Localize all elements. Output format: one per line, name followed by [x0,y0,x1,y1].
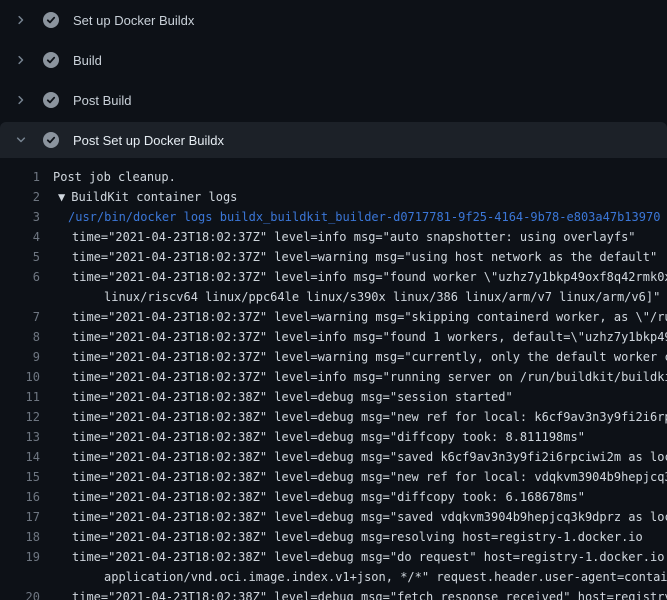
log-text: time="2021-04-23T18:02:37Z" level=warnin… [40,347,667,367]
log-text: time="2021-04-23T18:02:38Z" level=debug … [40,467,667,487]
log-line: application/vnd.oci.image.index.v1+json,… [0,567,667,587]
log-text: time="2021-04-23T18:02:38Z" level=debug … [40,447,667,467]
log-command-text: /usr/bin/docker logs buildx_buildkit_bui… [40,207,660,227]
log-line: 1Post job cleanup. [0,167,667,187]
step-header-post-set-up-docker-buildx[interactable]: Post Set up Docker Buildx [0,122,667,158]
log-text: application/vnd.oci.image.index.v1+json,… [40,567,667,587]
chevron-down-icon[interactable] [13,132,29,148]
log-line: 6time="2021-04-23T18:02:37Z" level=info … [0,267,667,287]
log-line-number[interactable]: 19 [0,547,40,567]
log-text: time="2021-04-23T18:02:38Z" level=debug … [40,507,667,527]
log-line-number[interactable]: 2 [0,187,40,207]
log-line-number[interactable]: 17 [0,507,40,527]
check-circle-icon [43,12,59,28]
log-line: 2▼BuildKit container logs [0,187,667,207]
log-text: time="2021-04-23T18:02:38Z" level=debug … [40,547,667,567]
log-text: linux/riscv64 linux/ppc64le linux/s390x … [40,287,660,307]
log-text: time="2021-04-23T18:02:38Z" level=debug … [40,487,585,507]
log-text: Post job cleanup. [40,167,176,187]
log-line: 3/usr/bin/docker logs buildx_buildkit_bu… [0,207,667,227]
log-line: 20time="2021-04-23T18:02:38Z" level=debu… [0,587,667,600]
log-text: time="2021-04-23T18:02:37Z" level=info m… [40,367,667,387]
log-text: time="2021-04-23T18:02:37Z" level=info m… [40,327,667,347]
log-line-number[interactable]: 16 [0,487,40,507]
log-text: time="2021-04-23T18:02:37Z" level=info m… [40,227,636,247]
log-line-number[interactable]: 12 [0,407,40,427]
log-text: time="2021-04-23T18:02:38Z" level=debug … [40,527,643,547]
log-line-number [0,567,40,587]
log-line: 17time="2021-04-23T18:02:38Z" level=debu… [0,507,667,527]
log-text: time="2021-04-23T18:02:38Z" level=debug … [40,407,667,427]
log-line-number[interactable]: 7 [0,307,40,327]
log-line: 7time="2021-04-23T18:02:37Z" level=warni… [0,307,667,327]
step-label: Post Build [73,93,132,108]
log-line: 4time="2021-04-23T18:02:37Z" level=info … [0,227,667,247]
log-line: 5time="2021-04-23T18:02:37Z" level=warni… [0,247,667,267]
log-text: time="2021-04-23T18:02:37Z" level=warnin… [40,247,657,267]
log-line-number[interactable]: 6 [0,267,40,287]
log-viewer[interactable]: 1Post job cleanup.2▼BuildKit container l… [0,158,667,600]
log-line: 11time="2021-04-23T18:02:38Z" level=debu… [0,387,667,407]
log-text: time="2021-04-23T18:02:37Z" level=warnin… [40,307,667,327]
log-line: 15time="2021-04-23T18:02:38Z" level=debu… [0,467,667,487]
log-line: 18time="2021-04-23T18:02:38Z" level=debu… [0,527,667,547]
log-line-number[interactable]: 4 [0,227,40,247]
group-toggle-icon[interactable]: ▼ [40,187,65,207]
log-line-number[interactable]: 8 [0,327,40,347]
step-label: Build [73,53,102,68]
log-line-number[interactable]: 3 [0,207,40,227]
step-label: Post Set up Docker Buildx [73,133,224,148]
log-line-number[interactable]: 9 [0,347,40,367]
log-line-number[interactable]: 10 [0,367,40,387]
log-line-number[interactable]: 13 [0,427,40,447]
log-line-number[interactable]: 11 [0,387,40,407]
check-circle-icon [43,52,59,68]
check-circle-icon [43,132,59,148]
steps-list: Set up Docker Buildx Build Post Build Post … [0,0,667,158]
log-line-number[interactable]: 20 [0,587,40,600]
chevron-right-icon[interactable] [13,52,29,68]
chevron-right-icon[interactable] [13,92,29,108]
log-line: 12time="2021-04-23T18:02:38Z" level=debu… [0,407,667,427]
chevron-right-icon[interactable] [13,12,29,28]
log-line: 8time="2021-04-23T18:02:37Z" level=info … [0,327,667,347]
log-line-number[interactable]: 5 [0,247,40,267]
log-line-number[interactable]: 15 [0,467,40,487]
step-header-set-up-docker-buildx[interactable]: Set up Docker Buildx [0,0,667,40]
log-text: time="2021-04-23T18:02:38Z" level=debug … [40,587,667,600]
log-line: 13time="2021-04-23T18:02:38Z" level=debu… [0,427,667,447]
log-text: time="2021-04-23T18:02:38Z" level=debug … [40,427,585,447]
log-line: linux/riscv64 linux/ppc64le linux/s390x … [0,287,667,307]
log-group-title[interactable]: BuildKit container logs [65,187,237,207]
log-line: 10time="2021-04-23T18:02:37Z" level=info… [0,367,667,387]
log-line-number[interactable]: 18 [0,527,40,547]
log-line: 14time="2021-04-23T18:02:38Z" level=debu… [0,447,667,467]
check-circle-icon [43,92,59,108]
log-line-number [0,287,40,307]
step-header-post-build[interactable]: Post Build [0,80,667,120]
log-line-number[interactable]: 1 [0,167,40,187]
log-line: 16time="2021-04-23T18:02:38Z" level=debu… [0,487,667,507]
log-text: time="2021-04-23T18:02:37Z" level=info m… [40,267,667,287]
log-line: 19time="2021-04-23T18:02:38Z" level=debu… [0,547,667,567]
log-text: time="2021-04-23T18:02:38Z" level=debug … [40,387,513,407]
step-header-build[interactable]: Build [0,40,667,80]
log-line: 9time="2021-04-23T18:02:37Z" level=warni… [0,347,667,367]
log-line-number[interactable]: 14 [0,447,40,467]
step-label: Set up Docker Buildx [73,13,194,28]
